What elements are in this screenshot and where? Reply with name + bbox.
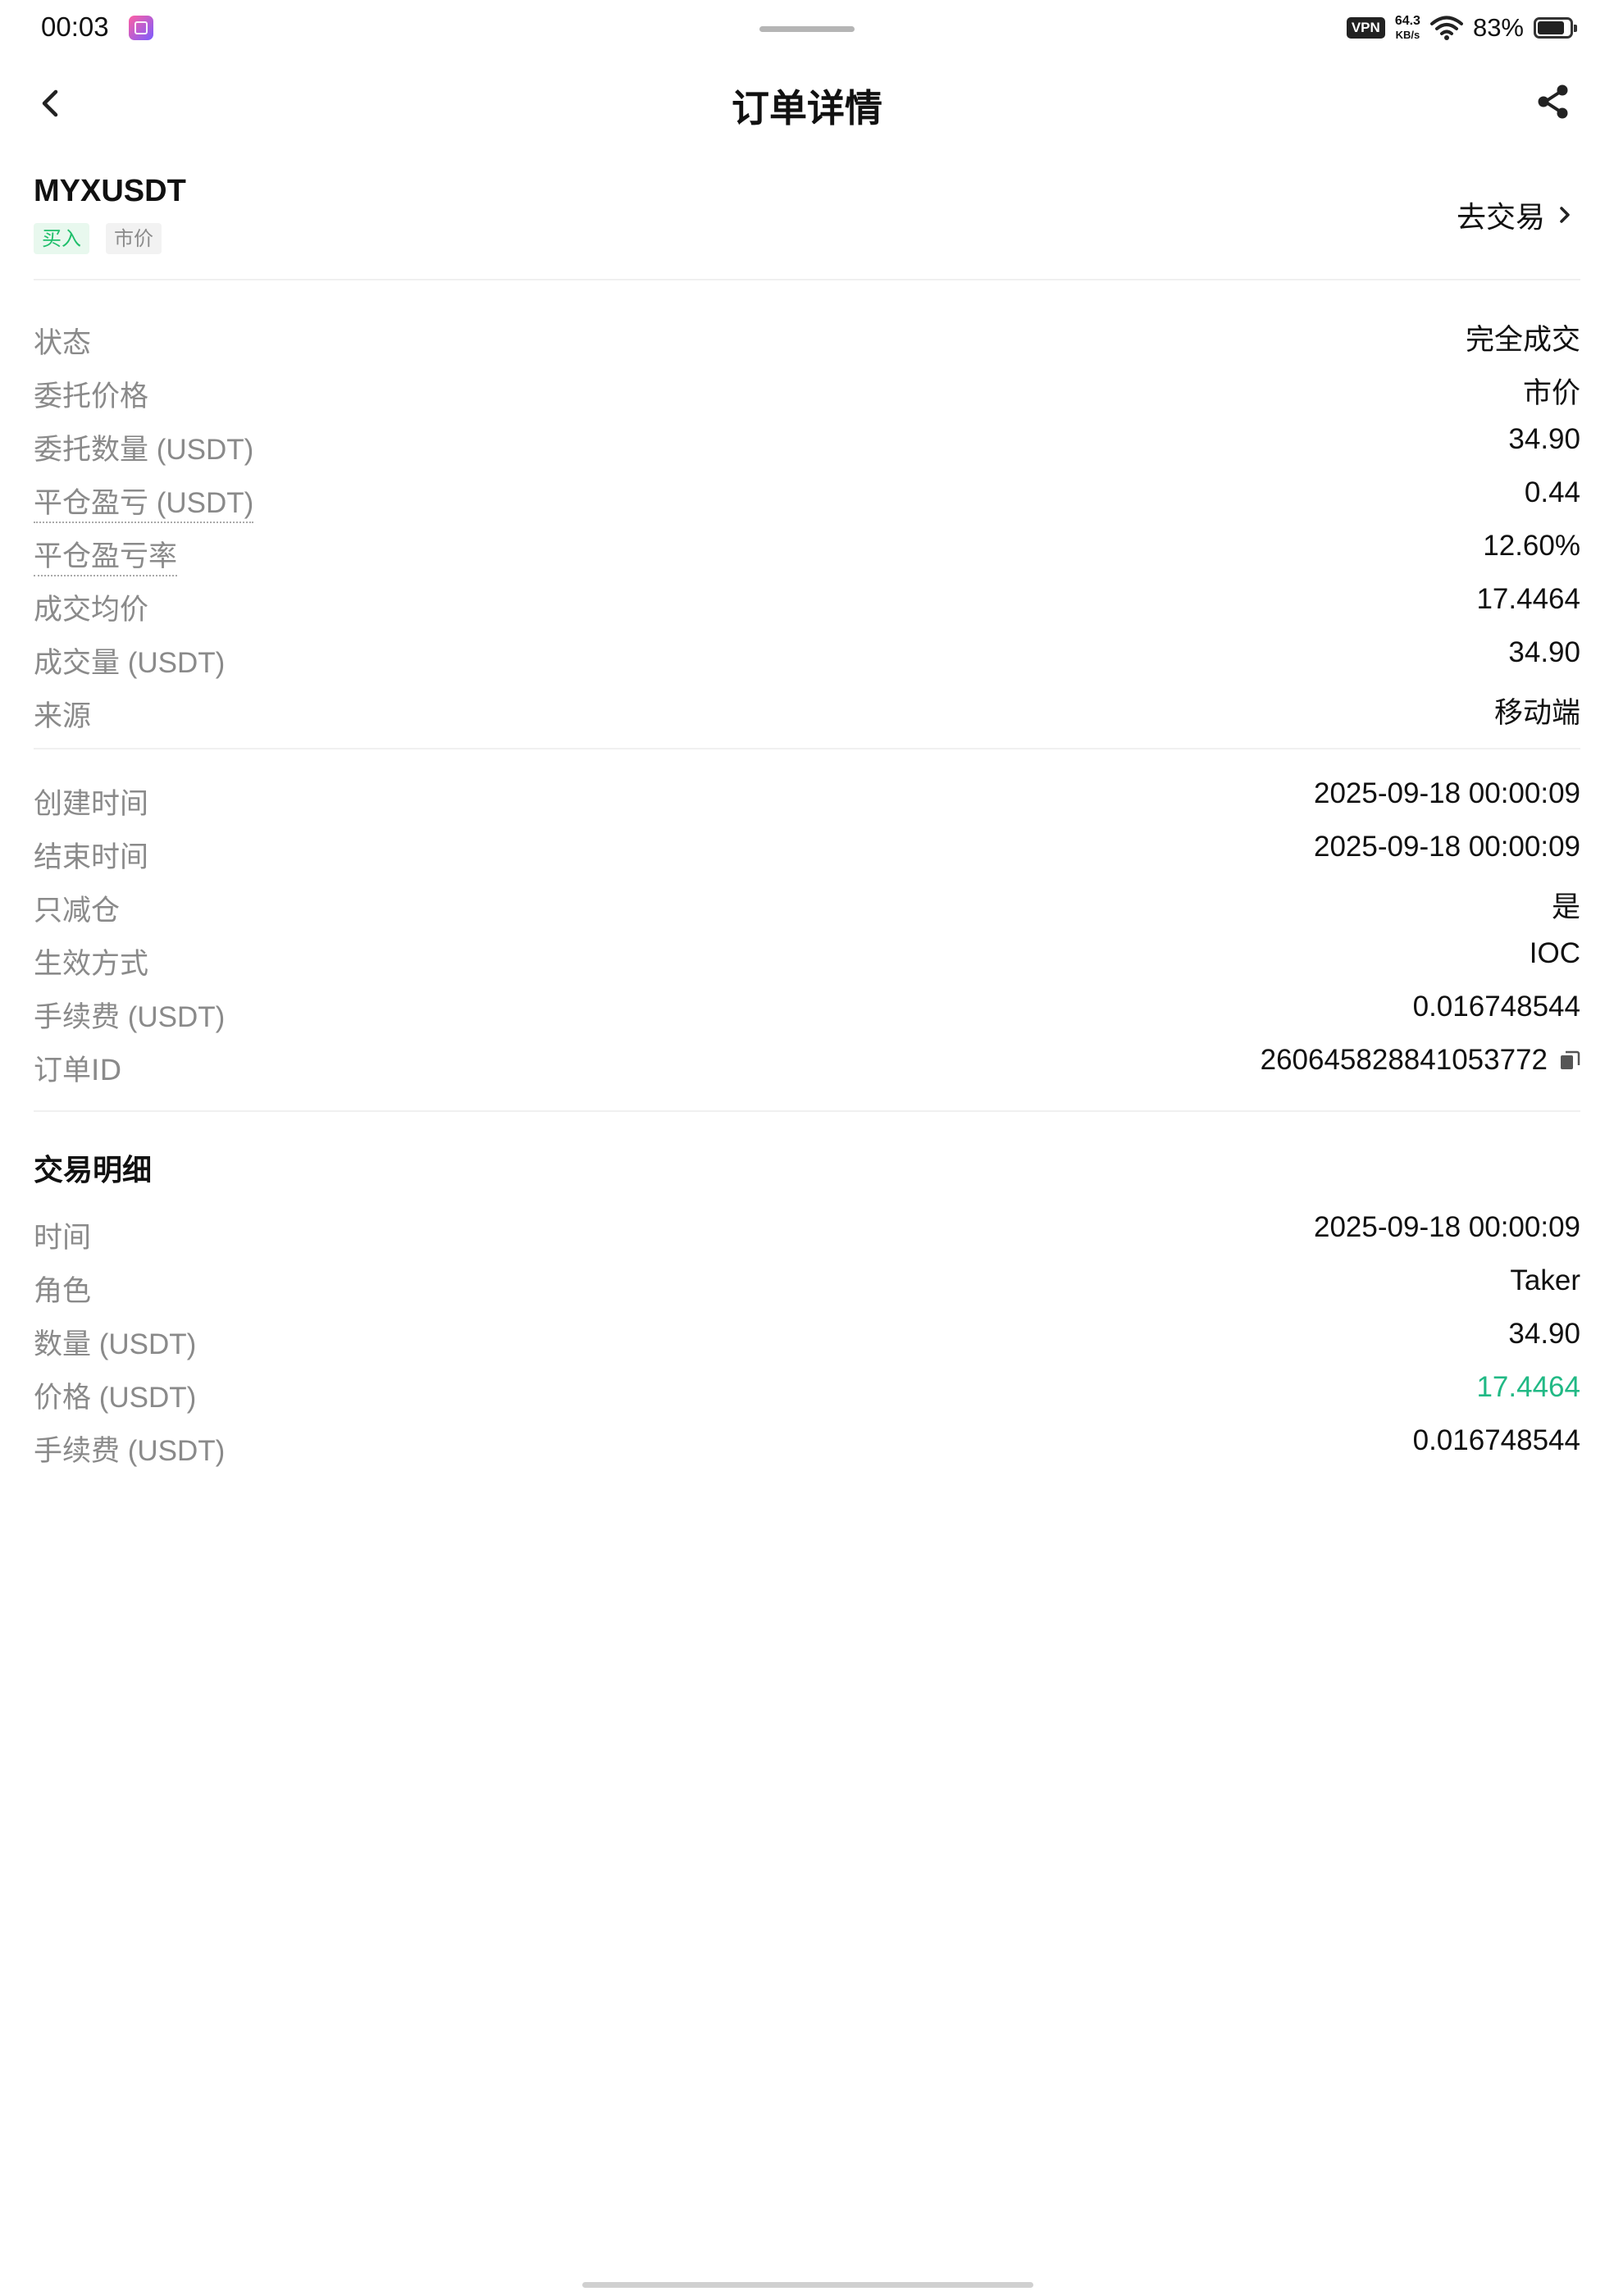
row-value: 0.016748544: [1412, 991, 1580, 1023]
row-label: 结束时间: [34, 841, 149, 874]
symbol-title: MYXUSDT: [34, 174, 186, 208]
meta-row-fee: 手续费 (USDT) 0.016748544: [34, 991, 1580, 1035]
row-label: 只减仓: [34, 895, 121, 927]
row-value: 12.60%: [1483, 530, 1580, 562]
row-label: 订单ID: [34, 1055, 122, 1087]
app-notification-icon: [129, 16, 153, 40]
chevron-right-icon: [1560, 207, 1570, 223]
meta-row-created-time: 创建时间 2025-09-18 00:00:09: [34, 777, 1580, 822]
row-label: 时间: [34, 1222, 92, 1255]
row-label: 成交均价: [34, 594, 149, 626]
row-label: 成交量 (USDT): [34, 647, 226, 680]
row-label: 手续费 (USDT): [34, 1435, 226, 1468]
divider: [34, 1110, 1580, 1112]
row-label: 委托价格: [34, 380, 149, 413]
trade-row-fee: 手续费 (USDT) 0.016748544: [34, 1424, 1580, 1469]
net-speed: 64.3 KB/s: [1395, 14, 1420, 42]
detail-row-filled-qty: 成交量 (USDT) 34.90: [34, 636, 1580, 681]
detail-row-source: 来源 移动端: [34, 693, 1580, 734]
net-speed-unit: KB/s: [1395, 29, 1420, 41]
order-id-text: 260645828841053772: [1260, 1044, 1548, 1076]
row-value: 0.016748544: [1412, 1424, 1580, 1456]
row-label: 角色: [34, 1275, 92, 1308]
divider: [34, 279, 1580, 280]
detail-row-close-pnl: 平仓盈亏 (USDT) 0.44: [34, 476, 1580, 523]
row-value: 34.90: [1508, 423, 1580, 455]
meta-row-time-in-force: 生效方式 IOC: [34, 937, 1580, 982]
detail-row-status: 状态 完全成交: [34, 320, 1580, 361]
status-right-group: VPN 64.3 KB/s 83%: [1346, 11, 1577, 44]
order-type-tag: 市价: [106, 223, 162, 254]
row-value: Taker: [1510, 1264, 1580, 1296]
trade-row-qty: 数量 (USDT) 34.90: [34, 1318, 1580, 1362]
go-trade-link[interactable]: 去交易: [1457, 194, 1573, 236]
close-pnl-rate-tooltip-label[interactable]: 平仓盈亏率: [34, 533, 178, 576]
meta-row-end-time: 结束时间 2025-09-18 00:00:09: [34, 831, 1580, 875]
net-speed-value: 64.3: [1394, 14, 1420, 28]
row-value: 17.4464: [1476, 583, 1580, 615]
divider: [34, 748, 1580, 749]
row-value: 2025-09-18 00:00:09: [1314, 777, 1580, 809]
row-value: 34.90: [1508, 1318, 1580, 1350]
home-indicator[interactable]: [582, 2282, 1033, 2288]
trade-price-value: 17.4464: [1476, 1371, 1580, 1403]
close-pnl-tooltip-label[interactable]: 平仓盈亏 (USDT): [34, 480, 254, 523]
row-value: 2025-09-18 00:00:09: [1314, 1211, 1580, 1243]
battery-icon: [1534, 17, 1577, 39]
share-icon: [1538, 84, 1568, 119]
row-label: 生效方式: [34, 948, 149, 981]
wifi-icon: [1429, 15, 1463, 41]
row-value: IOC: [1529, 937, 1580, 969]
trade-row-price: 价格 (USDT) 17.4464: [34, 1371, 1580, 1415]
row-value: 移动端: [1493, 697, 1580, 730]
row-label: 来源: [34, 700, 92, 733]
detail-row-avg-price: 成交均价 17.4464: [34, 583, 1580, 627]
top-handle[interactable]: [759, 26, 855, 32]
status-bar: 00:03 VPN 64.3 KB/s 83%: [0, 0, 1614, 57]
meta-row-reduce-only: 只减仓 是: [34, 887, 1580, 928]
row-label: 状态: [34, 327, 92, 360]
trade-detail-title: 交易明细: [34, 1154, 153, 1187]
row-value: 是: [1551, 891, 1580, 924]
order-tags: 买入 市价: [34, 223, 162, 254]
go-trade-label: 去交易: [1456, 201, 1545, 235]
copy-icon[interactable]: [1559, 1050, 1580, 1071]
trade-row-role: 角色 Taker: [34, 1264, 1580, 1309]
detail-row-order-price: 委托价格 市价: [34, 373, 1580, 414]
row-value: 2025-09-18 00:00:09: [1314, 831, 1580, 863]
vpn-badge: VPN: [1346, 17, 1385, 39]
row-label: 创建时间: [34, 788, 149, 821]
detail-row-close-pnl-rate: 平仓盈亏率 12.60%: [34, 530, 1580, 576]
trade-row-time: 时间 2025-09-18 00:00:09: [34, 1211, 1580, 1255]
row-label: 价格 (USDT): [34, 1382, 197, 1414]
row-value: 34.90: [1508, 636, 1580, 668]
meta-row-order-id: 订单ID 260645828841053772: [34, 1044, 1580, 1088]
row-label: 数量 (USDT): [34, 1328, 197, 1361]
status-time: 00:03: [41, 11, 109, 42]
battery-percent: 83%: [1472, 13, 1524, 42]
row-value: 市价: [1522, 377, 1580, 410]
page-title: 订单详情: [732, 86, 882, 130]
row-label: 委托数量 (USDT): [34, 434, 254, 467]
row-label: 手续费 (USDT): [34, 1001, 226, 1034]
order-id-value: 260645828841053772: [1261, 1044, 1580, 1077]
row-value: 完全成交: [1465, 324, 1580, 357]
side-tag: 买入: [34, 223, 89, 254]
battery-fill: [1538, 21, 1564, 34]
row-value: 0.44: [1524, 476, 1580, 508]
share-button[interactable]: [1534, 82, 1573, 121]
detail-row-order-qty: 委托数量 (USDT) 34.90: [34, 423, 1580, 467]
